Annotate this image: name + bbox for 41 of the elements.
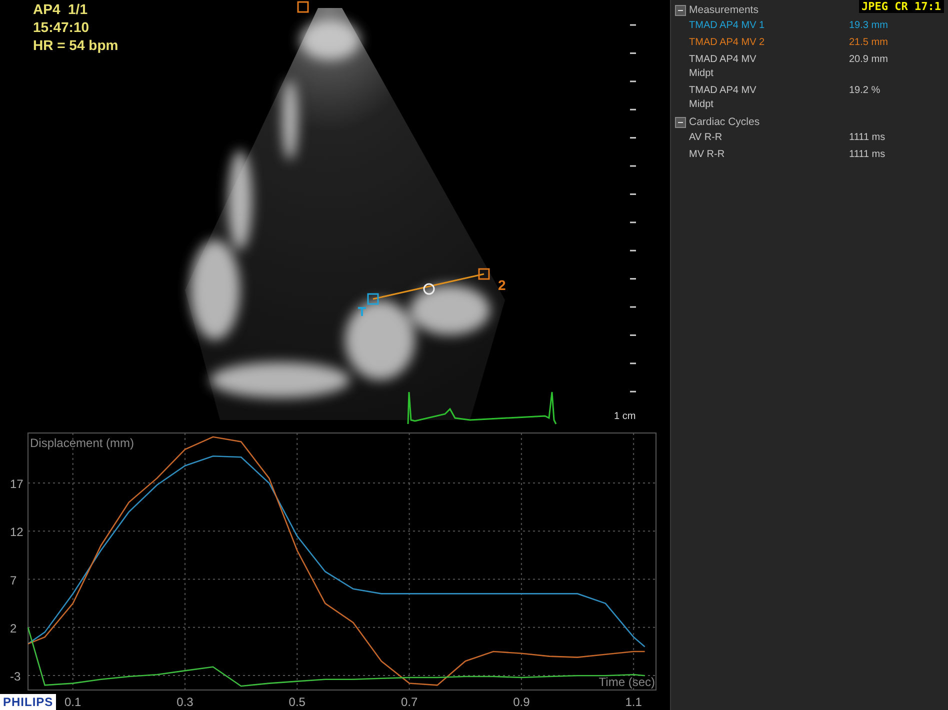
collapse-toggle[interactable] (675, 4, 686, 16)
time-label: 15:47:10 (33, 18, 90, 36)
collapse-toggle[interactable] (675, 116, 686, 128)
group-title: Measurements (689, 4, 758, 16)
y-axis-label: -3 (10, 670, 21, 684)
measurement-value: 19.3 mm (849, 19, 889, 33)
brand-logo: PHILIPS (0, 694, 56, 710)
caliper-marker[interactable] (478, 268, 490, 280)
x-axis-label: 1.1 (625, 695, 642, 709)
measurement-value: 20.9 mm (849, 53, 889, 67)
x-axis-label: 0.7 (400, 695, 418, 709)
caliper-marker[interactable] (367, 293, 379, 305)
measurement-value: 1111 ms (849, 131, 886, 145)
midpoint-marker[interactable] (423, 283, 435, 295)
x-axis-label: 0.9 (513, 695, 530, 709)
heart-rate-label: HR = 54 bpm (33, 36, 118, 54)
measurement-value: 1111 ms (849, 148, 886, 162)
y-axis-label: 2 (10, 621, 17, 636)
measurement-label: AV R-R (689, 131, 724, 145)
view-label: AP4 1/1 (33, 0, 88, 18)
measurement-label: TMAD AP4 MV 1 (689, 19, 766, 33)
caliper-marker[interactable] (297, 1, 309, 13)
x-axis-title: Time (sec) (598, 675, 655, 689)
y-axis-label: 17 (10, 477, 24, 492)
group-title: Cardiac Cycles (689, 116, 760, 128)
caliper-label: 2 (498, 277, 506, 293)
x-axis-label: 0.5 (288, 695, 306, 709)
scale-label: 1 cm (614, 411, 636, 422)
x-axis-label: 0.3 (176, 695, 194, 709)
y-axis-label: 12 (10, 525, 24, 540)
measurement-label: TMAD AP4 MV 2 (689, 36, 766, 50)
y-axis-title: Displacement (mm) (30, 436, 134, 450)
measurement-label: TMAD AP4 MV Midpt (689, 53, 758, 81)
y-axis-label: 7 (10, 573, 17, 588)
measurement-label: MV R-R (689, 148, 726, 162)
measurement-label: TMAD AP4 MV Midpt (689, 84, 758, 112)
measurement-value: 21.5 mm (849, 36, 889, 50)
caliper-cursor-icon (357, 307, 367, 317)
x-axis-label: 0.1 (64, 695, 82, 709)
compression-label: JPEG CR 17:1 (858, 0, 944, 13)
measurement-value: 19.2 % (849, 84, 882, 98)
